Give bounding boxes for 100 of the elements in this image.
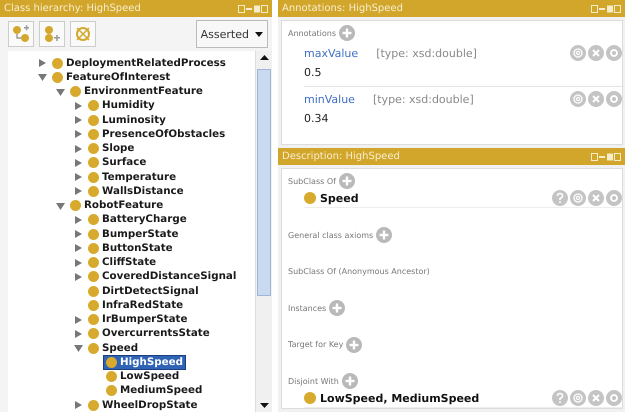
expanded-arrow-icon[interactable]	[74, 344, 83, 352]
section-label: SubClass Of	[288, 176, 336, 186]
collapsed-arrow-icon[interactable]	[74, 173, 83, 182]
class-icon	[88, 400, 99, 411]
class-tree-item[interactable]: Temperature	[86, 170, 178, 184]
add-button[interactable]	[346, 336, 362, 352]
class-expression[interactable]: Speed	[320, 192, 359, 204]
annotate-button[interactable]	[570, 190, 586, 206]
class-tree-item[interactable]: ButtonState	[86, 242, 175, 255]
panel-controls-icon[interactable]	[591, 152, 621, 160]
collapsed-arrow-icon[interactable]	[74, 116, 83, 124]
panel-controls-icon[interactable]	[591, 4, 621, 12]
delete-button[interactable]	[588, 190, 604, 206]
class-icon	[70, 86, 81, 98]
add-button[interactable]	[376, 227, 392, 243]
class-icon	[52, 72, 63, 83]
add-button[interactable]	[338, 173, 355, 189]
explain-button[interactable]	[552, 390, 568, 406]
collapsed-arrow-icon[interactable]	[74, 130, 83, 138]
class-tree-item[interactable]: RobotFeature	[68, 199, 166, 212]
class-icon	[106, 356, 117, 368]
class-tree-item[interactable]: BatteryCharge	[86, 213, 189, 226]
collapsed-arrow-icon[interactable]	[74, 230, 83, 238]
collapsed-arrow-icon[interactable]	[74, 102, 83, 110]
class-tree-item[interactable]: WheelDropState	[86, 398, 200, 412]
section-label: Disjoint With	[288, 376, 339, 386]
class-tree-item[interactable]: BumperState	[86, 228, 181, 241]
edit-button[interactable]	[606, 91, 622, 107]
class-tree-item[interactable]: FeatureOfInterest	[50, 70, 172, 84]
class-tree-item[interactable]: MediumSpeed	[104, 384, 204, 398]
add-button[interactable]	[342, 373, 358, 389]
explain-button[interactable]	[552, 190, 568, 206]
crossed-circle-icon	[74, 25, 92, 43]
class-icon	[88, 228, 99, 240]
class-tree-item[interactable]: DeploymentRelatedProcess	[50, 56, 228, 70]
add-button[interactable]	[339, 25, 356, 41]
collapsed-arrow-icon[interactable]	[74, 272, 83, 281]
section-label: SubClass Of (Anonymous Ancestor)	[288, 267, 430, 276]
class-icon	[88, 172, 99, 183]
panel-controls-icon[interactable]	[238, 4, 268, 12]
collapsed-arrow-icon[interactable]	[74, 258, 83, 267]
class-tree-item[interactable]: Surface	[86, 156, 148, 170]
class-tree-item[interactable]: WallsDistance	[86, 184, 186, 198]
edit-button[interactable]	[606, 45, 622, 61]
edit-button[interactable]	[606, 190, 622, 206]
collapsed-arrow-icon[interactable]	[74, 330, 83, 338]
class-icon	[88, 257, 99, 268]
delete-button[interactable]	[588, 91, 604, 107]
class-tree-item[interactable]: Luminosity	[86, 114, 168, 127]
collapsed-arrow-icon[interactable]	[74, 244, 83, 252]
edit-button[interactable]	[606, 390, 622, 406]
class-icon	[88, 271, 99, 282]
class-tree-item[interactable]: Slope	[86, 142, 136, 156]
collapsed-arrow-icon[interactable]	[74, 158, 83, 167]
class-tree-item[interactable]: CliffState	[86, 256, 158, 270]
expanded-arrow-icon[interactable]	[56, 88, 65, 96]
section-label: Annotations	[288, 28, 336, 38]
class-icon	[70, 200, 81, 212]
class-tree-item[interactable]: OvercurrentsState	[86, 327, 212, 340]
class-tree-item[interactable]: DirtDetectSignal	[86, 284, 201, 298]
class-tree-item[interactable]: CoveredDistanceSignal	[86, 270, 238, 284]
scroll-up-icon[interactable]	[260, 55, 268, 60]
annotation-property[interactable]: maxValue	[304, 46, 358, 60]
annotation-property[interactable]: minValue	[304, 92, 355, 106]
class-tree-item[interactable]: EnvironmentFeature	[68, 85, 205, 98]
collapsed-arrow-icon[interactable]	[74, 187, 83, 196]
annotate-button[interactable]	[570, 390, 586, 406]
class-tree-item[interactable]: Speed	[86, 342, 140, 355]
class-expression[interactable]: LowSpeed, MediumSpeed	[320, 392, 480, 404]
add-sibling-button[interactable]	[39, 21, 65, 47]
class-icon	[106, 371, 117, 382]
class-tree-item[interactable]: HighSpeed	[104, 356, 185, 369]
collapsed-arrow-icon[interactable]	[74, 216, 83, 224]
scrollbar[interactable]	[255, 51, 272, 412]
class-tree-item[interactable]: LowSpeed	[104, 370, 182, 384]
expanded-arrow-icon[interactable]	[56, 202, 65, 210]
class-icon	[88, 242, 99, 254]
class-tree-item[interactable]: PresenceOfObstacles	[86, 128, 228, 141]
add-subclass-button[interactable]	[8, 21, 34, 47]
delete-button[interactable]	[588, 45, 604, 61]
expanded-arrow-icon[interactable]	[38, 73, 47, 82]
scroll-down-icon[interactable]	[260, 403, 268, 408]
add-button[interactable]	[329, 300, 346, 316]
collapsed-arrow-icon[interactable]	[74, 316, 83, 324]
collapsed-arrow-icon[interactable]	[74, 144, 83, 153]
class-tree-item[interactable]: InfraRedState	[86, 298, 186, 312]
panel-title: Annotations: HighSpeed	[282, 3, 403, 14]
view-mode-dropdown[interactable]: Asserted	[196, 20, 268, 48]
annotate-button[interactable]	[570, 91, 586, 107]
class-tree-item[interactable]: IrBumperState	[86, 313, 190, 326]
delete-button[interactable]	[588, 390, 604, 406]
scroll-thumb[interactable]	[257, 69, 271, 296]
delete-class-button[interactable]	[70, 21, 96, 47]
class-icon	[88, 328, 99, 340]
class-icon	[304, 392, 316, 404]
collapsed-arrow-icon[interactable]	[38, 59, 47, 68]
collapsed-arrow-icon[interactable]	[74, 401, 83, 410]
class-tree-item[interactable]: Humidity	[86, 99, 157, 112]
section-label: Target for Key	[288, 340, 344, 349]
annotate-button[interactable]	[570, 45, 586, 61]
